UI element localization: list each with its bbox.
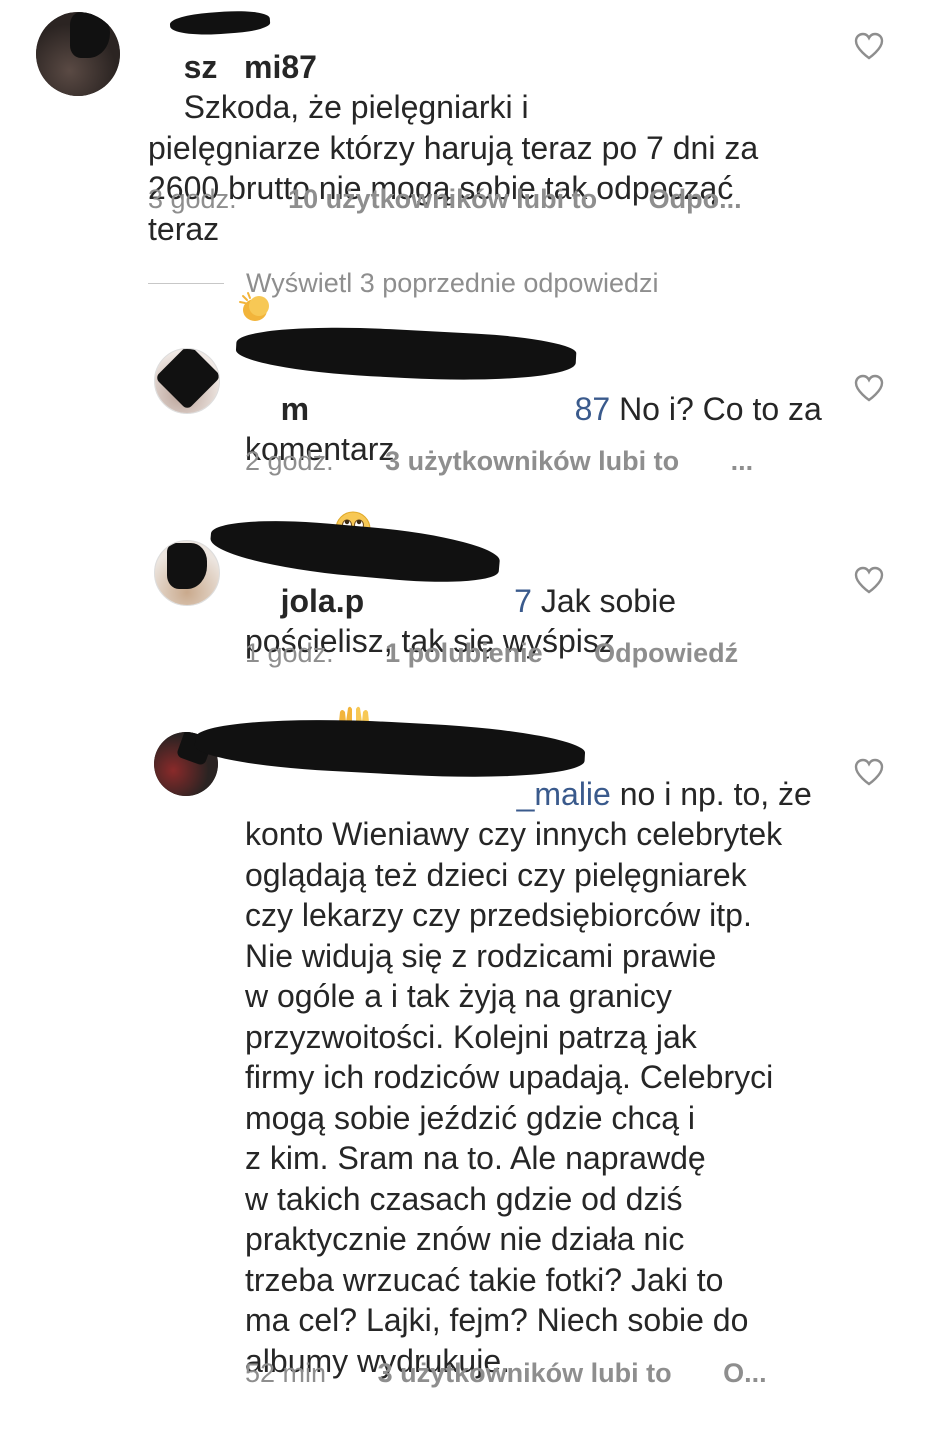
- heart-outline-icon[interactable]: [854, 374, 884, 402]
- comment-time: 52 min: [245, 1358, 327, 1388]
- heart-outline-icon[interactable]: [854, 758, 884, 786]
- comment-meta: 1 godz. 1 polubienie Odpowiedź: [245, 638, 738, 669]
- comment-username[interactable]: m: [281, 391, 345, 427]
- comment-likes[interactable]: 3 użytkowników lubi to: [378, 1358, 672, 1389]
- view-replies-label[interactable]: Wyświetl 3 poprzednie odpowiedzi: [246, 268, 658, 299]
- comment-text: _malie no i np. to, że konto Wieniawy cz…: [245, 733, 865, 1422]
- comment-username[interactable]: jola.p: [281, 583, 365, 619]
- avatar[interactable]: [154, 348, 220, 414]
- comment-meta: 3 godz. 10 użytkowników lubi to Odpo...: [148, 184, 742, 215]
- comment-body: no i np. to, że konto Wieniawy czy innyc…: [245, 775, 812, 1379]
- divider: [148, 282, 224, 284]
- comment-mention[interactable]: 87: [575, 391, 611, 427]
- comment-time: 3 godz.: [148, 184, 237, 214]
- avatar[interactable]: [36, 12, 120, 96]
- reply-button[interactable]: Odpo...: [649, 184, 742, 215]
- heart-outline-icon[interactable]: [854, 32, 884, 60]
- reply-button[interactable]: ...: [731, 446, 754, 477]
- comment-time: 2 godz.: [245, 446, 334, 476]
- reply-button[interactable]: O...: [723, 1358, 767, 1389]
- comment-username[interactable]: sz mi87: [184, 49, 317, 85]
- comment-time: 1 godz.: [245, 638, 334, 668]
- view-previous-replies[interactable]: Wyświetl 3 poprzednie odpowiedzi: [148, 265, 658, 301]
- comment-meta: 52 min 3 użytkowników lubi to O...: [245, 1358, 767, 1389]
- heart-outline-icon[interactable]: [854, 566, 884, 594]
- comment-meta: 2 godz. 3 użytkowników lubi to ...: [245, 446, 753, 477]
- comment-likes[interactable]: 1 polubienie: [385, 638, 543, 669]
- comment-likes[interactable]: 3 użytkowników lubi to: [385, 446, 679, 477]
- reply-button[interactable]: Odpowiedź: [594, 638, 738, 669]
- comment-body: Szkoda, że pielęgniarki i pielęgniarze k…: [148, 89, 759, 247]
- comment-mention[interactable]: 7: [514, 583, 532, 619]
- avatar[interactable]: [154, 540, 220, 606]
- comment-mention[interactable]: _malie: [517, 776, 611, 812]
- comment-likes[interactable]: 10 użytkowników lubi to: [288, 184, 597, 215]
